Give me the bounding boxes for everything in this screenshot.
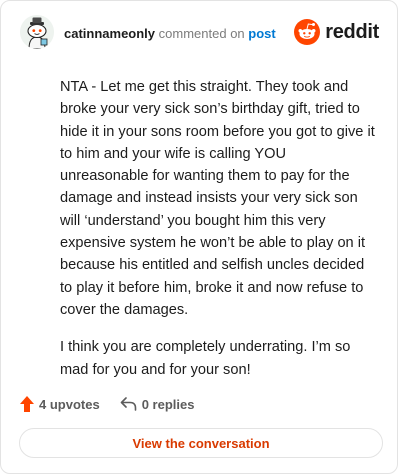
- comment-paragraph: I think you are completely underrating. …: [60, 339, 351, 378]
- post-link[interactable]: post: [248, 26, 275, 41]
- reddit-wordmark: reddit: [325, 20, 379, 43]
- comment-body: NTA - Let me get this straight. They too…: [60, 76, 378, 396]
- user-avatar[interactable]: [20, 15, 54, 49]
- comment-paragraph: NTA - Let me get this straight. They too…: [60, 79, 375, 318]
- snoo-avatar-icon: [20, 15, 54, 49]
- upvote-button[interactable]: 4 upvotes: [20, 396, 100, 412]
- comment-embed-card: catinnameonly commented on post reddit N…: [0, 0, 398, 474]
- comment-header: catinnameonly commented on post reddit: [20, 15, 379, 51]
- upvote-arrow-icon: [20, 396, 34, 412]
- username-link[interactable]: catinnameonly: [64, 26, 155, 41]
- commented-on-text: commented on: [158, 26, 245, 41]
- comment-actions: 4 upvotes 0 replies: [20, 393, 194, 415]
- replies-count: 0 replies: [141, 396, 195, 412]
- replies-button[interactable]: 0 replies: [120, 396, 195, 412]
- reply-arrow-icon: [120, 397, 136, 411]
- reddit-logo[interactable]: reddit: [294, 18, 379, 46]
- upvote-count: 4 upvotes: [39, 396, 100, 412]
- view-conversation-button[interactable]: View the conversation: [19, 428, 383, 458]
- reddit-snoo-icon: [294, 19, 321, 45]
- comment-byline: catinnameonly commented on post: [64, 26, 276, 42]
